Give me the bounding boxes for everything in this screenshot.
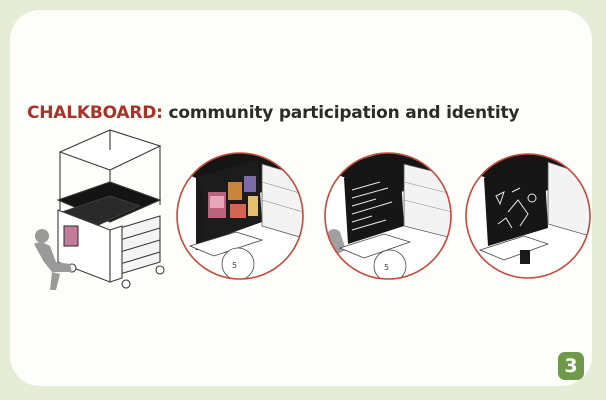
- page-number-badge: 3: [558, 352, 584, 380]
- detail-circle-3: [465, 153, 591, 279]
- chalkboard-illustration: 5 5: [34, 129, 591, 290]
- kiosk-drawing: [56, 129, 165, 289]
- svg-text:5: 5: [232, 261, 237, 270]
- detail-circle-2: 5: [324, 152, 452, 280]
- detail-circle-1: 5: [176, 152, 304, 280]
- svg-text:5: 5: [384, 263, 389, 272]
